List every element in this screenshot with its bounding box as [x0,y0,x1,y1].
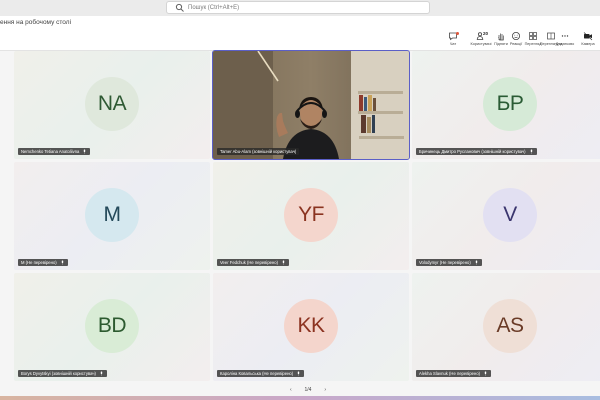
title-bar: ення на робочому столі [0,16,600,31]
participant-tile[interactable]: AS Alekha Slavnuk (Не перевірено) [412,273,600,381]
participant-nameplate: Volodymyr (Не перевірено) [416,259,482,266]
participant-name: Borys Dyvytskyi (зовнішній користувач) [21,371,96,376]
page-indicator: 1/4 [304,387,312,393]
avatar: KK [284,299,338,353]
camera-label: Камера [581,42,595,46]
avatar: AS [483,299,537,353]
participant-nameplate: Tamer Abu-Alam (зовнішній користувач) [217,148,300,155]
participant-name: Tamer Abu-Alam (зовнішній користувач) [220,149,297,154]
mic-off-icon [84,149,86,154]
participant-name: Veer Fedchuk (Не перевірено) [220,260,279,265]
participant-grid: NA Nemchenko Tetiana Anatoliivna Tamer A… [14,50,600,383]
participant-video [213,51,409,159]
participant-name: Nemchenko Tetiana Anatoliivna [21,149,80,154]
participant-nameplate: Кароліна Ковальська (Не перевірено) [217,370,305,377]
more-icon [561,35,569,37]
participant-tile-video[interactable]: Tamer Abu-Alam (зовнішній користувач) [212,50,410,160]
participant-nameplate: Borys Dyvytskyi (зовнішній користувач) [18,370,107,377]
participant-name: Бричинець Дмитро Русланович (зовнішній к… [419,149,526,154]
participant-tile[interactable]: M M (Не перевірено) [14,162,210,270]
search-input[interactable]: Пошук (Ctrl+Alt+E) [188,5,239,11]
avatar: M [85,188,139,242]
avatar: V [483,188,537,242]
participant-nameplate: Veer Fedchuk (Не перевірено) [217,259,290,266]
mic-off-icon [297,371,300,376]
participant-tile[interactable]: V Volodymyr (Не перевірено) [412,162,600,270]
avatar: BD [85,299,139,353]
participant-name: Volodymyr (Не перевірено) [419,260,471,265]
next-page-button[interactable]: › [324,387,326,393]
participant-tile[interactable]: БР Бричинець Дмитро Русланович (зовнішні… [412,51,600,159]
camera-button[interactable]: Камера [575,31,600,49]
window-title: ення на робочому столі [0,19,72,26]
chat-button[interactable]: Чат [440,31,466,49]
view-icon [529,32,537,40]
avatar: NA [85,77,139,131]
participant-nameplate: Alekha Slavnuk (Не перевірено) [416,370,492,377]
mic-off-icon [475,260,477,265]
mic-off-icon [100,371,103,376]
participant-nameplate: M (Не перевірено) [18,259,68,266]
participant-nameplate: Бричинець Дмитро Русланович (зовнішній к… [416,148,537,155]
participant-name: Alekha Slavnuk (Не перевірено) [419,371,481,376]
camera-icon [583,32,593,41]
search-icon [175,3,184,12]
participant-tile[interactable]: BD Borys Dyvytskyi (зовнішній користувач… [14,273,210,381]
chat-label: Чат [449,42,457,46]
prev-page-button[interactable]: ‹ [290,387,292,393]
page-navigator: ‹ 1/4 › [290,385,326,395]
mic-off-icon [282,260,285,265]
search-box[interactable]: Пошук (Ctrl+Alt+E) [166,1,430,14]
participant-name: Кароліна Ковальська (Не перевірено) [220,371,294,376]
participant-tile[interactable]: KK Кароліна Ковальська (Не перевірено) [213,273,409,381]
meeting-toolbar: Чат 20 Користувачі Підняти Реакції Перег… [0,30,600,51]
top-bar: Пошук (Ctrl+Alt+E) [0,0,600,16]
participant-name: M (Не перевірено) [21,260,57,265]
mic-off-icon [484,371,487,376]
avatar: БР [483,77,537,131]
participant-nameplate: Nemchenko Tetiana Anatoliivna [18,148,91,155]
taskbar-strip [0,396,600,400]
participant-tile[interactable]: YF Veer Fedchuk (Не перевірено) [213,162,409,270]
mic-off-icon [61,260,63,265]
avatar: YF [284,188,338,242]
mic-off-icon [530,149,532,154]
more-label: Додатково [555,42,575,46]
chat-notification-dot [456,32,459,35]
participant-tile[interactable]: NA Nemchenko Tetiana Anatoliivna [14,51,210,159]
